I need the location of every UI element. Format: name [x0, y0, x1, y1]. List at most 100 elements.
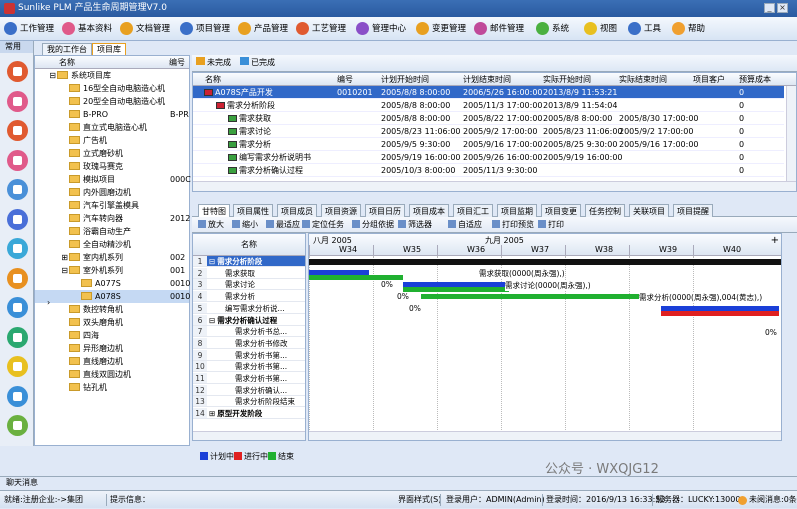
- close-button[interactable]: ×: [777, 3, 788, 13]
- gantt-task-row[interactable]: 2 需求获取: [193, 267, 305, 279]
- gantt-left-hscroll[interactable]: [193, 431, 305, 440]
- gantt-task-row[interactable]: 14 ⊞ 原型开发阶段: [193, 408, 305, 420]
- tree-item[interactable]: B-PRO B-PR: [35, 108, 189, 121]
- grid-row[interactable]: 需求获取 2005/8/8 8:00:00 2005/8/22 17:00:00 20…: [193, 112, 784, 125]
- unread-messages[interactable]: 未阅消息:0条: [738, 491, 797, 509]
- gantt-tool-8[interactable]: 打印: [538, 219, 564, 231]
- tab-detail-1[interactable]: 项目属性: [233, 204, 273, 217]
- style-menu-button[interactable]: 界面样式(S): [398, 491, 441, 509]
- grid-header-2[interactable]: 计划开始时间: [381, 73, 429, 86]
- gantt-task-row[interactable]: 5 编写需求分析说...: [193, 302, 305, 314]
- toolbar-item-9[interactable]: 系统: [536, 21, 569, 37]
- tab-chat[interactable]: 聊天消息: [6, 477, 38, 489]
- gantt-tool-2[interactable]: 最适应: [266, 219, 300, 231]
- toolbar-item-0[interactable]: 工作管理: [4, 21, 54, 37]
- tree-item[interactable]: 双头磨角机: [35, 316, 189, 329]
- tree-item[interactable]: 全自动精沙机: [35, 238, 189, 251]
- gantt-expand-toggle[interactable]: ⊟: [209, 316, 215, 325]
- gantt-tool-1[interactable]: 缩小: [232, 219, 258, 231]
- gantt-tool-3[interactable]: 定位任务: [302, 219, 344, 231]
- calendar-icon[interactable]: [7, 90, 28, 112]
- doc-icon[interactable]: [7, 120, 28, 141]
- gear-icon[interactable]: [7, 149, 28, 171]
- gantt-tool-6[interactable]: 自适应: [448, 219, 482, 231]
- tab-detail-11[interactable]: 项目提醒: [673, 204, 713, 217]
- tree-item[interactable]: 四海: [35, 329, 189, 342]
- gantt-task-row[interactable]: 11 需求分析书第...: [193, 373, 305, 384]
- tab-detail-7[interactable]: 项目监期: [497, 204, 537, 217]
- gantt-expand-toggle[interactable]: ⊞: [209, 409, 215, 418]
- grid-row[interactable]: 需求分析阶段 2005/8/8 8:00:00 2005/11/3 17:00:00…: [193, 99, 784, 112]
- toolbar-item-4[interactable]: 产品管理: [238, 21, 288, 37]
- book-icon[interactable]: [7, 238, 28, 259]
- toolbar-item-5[interactable]: 工艺管理: [296, 21, 346, 37]
- gantt-task-row[interactable]: 3 需求讨论: [193, 279, 305, 291]
- grid-header-7[interactable]: 预算成本: [739, 73, 771, 86]
- tree-item[interactable]: 玫瑰马赛克: [35, 160, 189, 173]
- org-icon[interactable]: [7, 385, 28, 407]
- tree-item[interactable]: 20型全自动电脑造心机: [35, 95, 189, 108]
- chart-icon[interactable]: [7, 179, 28, 200]
- finished-button[interactable]: 已完成: [240, 57, 275, 69]
- gantt-task-row[interactable]: 13 需求分析阶段结束: [193, 396, 305, 408]
- tree-item-selected[interactable]: A078S 0010: [35, 290, 190, 303]
- grid-header-0[interactable]: 名称: [205, 73, 221, 86]
- toolbar-item-1[interactable]: 基本资料: [62, 21, 112, 37]
- tab-detail-3[interactable]: 项目资源: [321, 204, 361, 217]
- tree-item[interactable]: 直立式电脑造心机: [35, 121, 189, 134]
- grid-header-3[interactable]: 计划结束时间: [463, 73, 511, 86]
- project-icon[interactable]: [7, 61, 28, 82]
- tree-icon[interactable]: [7, 297, 28, 318]
- gantt-tool-7[interactable]: 打印预览: [492, 219, 534, 231]
- tree-item[interactable]: 浴霸自动生产: [35, 225, 189, 238]
- tree-item[interactable]: 直线磨边机: [35, 355, 189, 368]
- toolbar-item-12[interactable]: 帮助: [672, 21, 705, 37]
- box-icon[interactable]: [7, 267, 28, 289]
- grid-row[interactable]: 需求讨论 2005/8/23 11:06:00 2005/9/2 17:00:00 2…: [193, 125, 784, 138]
- gantt-task-row[interactable]: 4 需求分析: [193, 291, 305, 303]
- gantt-tool-0[interactable]: 放大: [198, 219, 224, 231]
- tree-item[interactable]: 汽车引擎盖模具: [35, 199, 189, 212]
- tab-detail-9[interactable]: 任务控制: [585, 204, 625, 217]
- grid-header-6[interactable]: 项目客户: [693, 73, 725, 86]
- grid-header-4[interactable]: 实际开始时间: [543, 73, 591, 86]
- tab-detail-4[interactable]: 项目日历: [365, 204, 405, 217]
- grid-vscroll[interactable]: [786, 86, 796, 182]
- grid-header-1[interactable]: 编号: [337, 73, 353, 86]
- list-icon[interactable]: [7, 208, 28, 230]
- tab-detail-5[interactable]: 项目成本: [409, 204, 449, 217]
- tab-detail-6[interactable]: 项目汇工: [453, 204, 493, 217]
- minimize-button[interactable]: _: [764, 3, 775, 13]
- tree-item[interactable]: 内外圆磨边机: [35, 186, 189, 199]
- gantt-hscroll[interactable]: [309, 431, 781, 440]
- tab-workbench[interactable]: 我的工作台: [42, 43, 92, 55]
- tree-item[interactable]: 模拟项目 000C: [35, 173, 191, 186]
- grid-row[interactable]: 需求分析确认过程 2005/10/3 8:00:00 2005/11/3 9:30:…: [193, 164, 784, 177]
- tree-item[interactable]: 数控转角机: [35, 303, 189, 316]
- grid-hscroll[interactable]: [193, 181, 796, 191]
- gantt-task-row[interactable]: 10 需求分析书第...: [193, 361, 305, 373]
- gantt-zoom-plus-icon[interactable]: +: [771, 235, 779, 246]
- tab-project-library[interactable]: 项目库: [92, 43, 126, 55]
- tab-detail-8[interactable]: 项目变更: [541, 204, 581, 217]
- gantt-task-row[interactable]: 8 需求分析书修改: [193, 337, 305, 349]
- gantt-task-row[interactable]: 9 需求分析书第...: [193, 349, 305, 361]
- tree-item[interactable]: 立式磨砂机: [35, 147, 189, 160]
- archive-icon[interactable]: [7, 415, 28, 436]
- toolbar-item-11[interactable]: 工具: [628, 21, 661, 37]
- tree-item[interactable]: ⊞ 室内机系列 002: [35, 251, 189, 264]
- toolbar-item-7[interactable]: 变更管理: [416, 21, 466, 37]
- tab-detail-0[interactable]: 甘特图: [198, 204, 230, 217]
- unfinished-button[interactable]: 未完成: [196, 57, 231, 69]
- grid-header-5[interactable]: 实际结束时间: [619, 73, 667, 86]
- toolbar-item-2[interactable]: 文档管理: [120, 21, 170, 37]
- tree-item[interactable]: 16型全自动电脑造心机: [35, 82, 189, 95]
- tab-detail-2[interactable]: 项目成员: [277, 204, 317, 217]
- tree-item[interactable]: ⊟ 系统项目库: [35, 69, 189, 82]
- report-icon[interactable]: [7, 326, 28, 348]
- grid-row[interactable]: 需求分析 2005/9/5 9:30:00 2005/9/16 17:00:00 20…: [193, 138, 784, 151]
- note-icon[interactable]: [7, 356, 28, 377]
- gantt-task-row[interactable]: 12 需求分析确认...: [193, 384, 305, 396]
- gantt-expand-toggle[interactable]: ⊟: [209, 257, 215, 266]
- toolbar-item-3[interactable]: 项目管理: [180, 21, 230, 37]
